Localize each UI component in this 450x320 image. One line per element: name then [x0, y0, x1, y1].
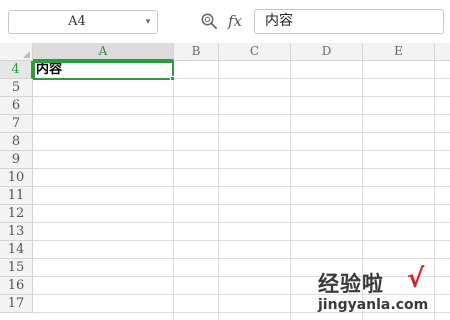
row-header-16[interactable]: 16: [0, 277, 33, 295]
gridline: [33, 114, 450, 115]
gridline: [33, 240, 450, 241]
zoom-icon[interactable]: [200, 12, 218, 30]
gridline: [173, 61, 174, 320]
name-box-value[interactable]: A4: [9, 11, 145, 33]
chevron-down-icon[interactable]: ▾: [143, 15, 153, 29]
gridline: [33, 294, 450, 295]
gridline: [33, 150, 450, 151]
cell-area[interactable]: 内容: [33, 61, 450, 320]
row-header-8[interactable]: 8: [0, 133, 33, 151]
gridline: [290, 61, 291, 320]
row-header-15[interactable]: 15: [0, 259, 33, 277]
column-header-b[interactable]: B: [174, 43, 219, 61]
gridline: [33, 168, 450, 169]
fx-icon[interactable]: fx: [228, 9, 248, 33]
watermark-check: √: [407, 264, 425, 294]
gridline: [434, 61, 435, 320]
watermark-url: jingyanla.com: [318, 297, 429, 313]
watermark-text: 经验啦: [318, 272, 384, 296]
gridline: [33, 276, 450, 277]
gridline: [33, 204, 450, 205]
name-box[interactable]: A4 ▾: [8, 10, 158, 34]
column-header-e[interactable]: E: [363, 43, 435, 61]
gridline: [33, 258, 450, 259]
row-header-11[interactable]: 11: [0, 187, 33, 205]
gridline: [218, 61, 219, 320]
gridline: [33, 186, 450, 187]
row-header-13[interactable]: 13: [0, 223, 33, 241]
active-cell-selection: [33, 61, 174, 80]
formula-input[interactable]: 内容: [254, 9, 444, 34]
formula-bar: A4 ▾ fx 内容: [0, 0, 450, 43]
select-all-corner[interactable]: [0, 43, 33, 61]
row-header-6[interactable]: 6: [0, 97, 33, 115]
row-header-17[interactable]: 17: [0, 295, 33, 313]
column-header-c[interactable]: C: [219, 43, 291, 61]
column-header-f-partial[interactable]: [435, 43, 450, 61]
gridline: [33, 96, 450, 97]
row-header-14[interactable]: 14: [0, 241, 33, 259]
row-header-12[interactable]: 12: [0, 205, 33, 223]
fill-handle[interactable]: [170, 76, 175, 81]
row-header-4[interactable]: 4: [0, 61, 33, 79]
column-header-d[interactable]: D: [291, 43, 363, 61]
row-header-5[interactable]: 5: [0, 79, 33, 97]
gridline: [33, 132, 450, 133]
row-header-9[interactable]: 9: [0, 151, 33, 169]
row-header-7[interactable]: 7: [0, 115, 33, 133]
row-header-10[interactable]: 10: [0, 169, 33, 187]
gridline: [33, 222, 450, 223]
column-header-a[interactable]: A: [33, 43, 174, 61]
